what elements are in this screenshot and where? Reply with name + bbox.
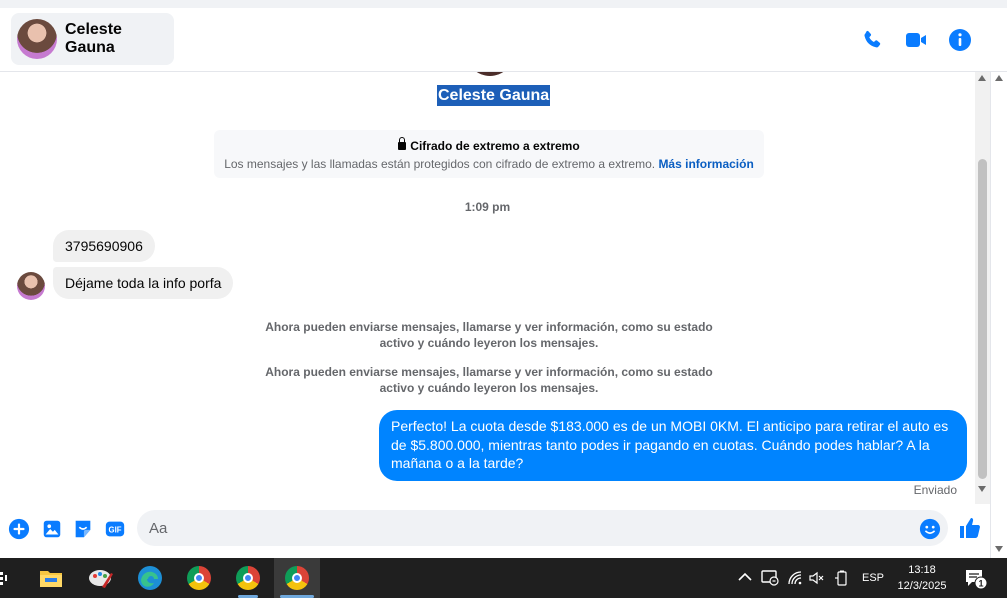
encryption-title: Cifrado de extremo a extremo (214, 137, 764, 153)
paint-palette-icon (89, 570, 113, 588)
taskbar-edge[interactable] (127, 558, 173, 598)
taskbar-file-explorer[interactable] (28, 558, 74, 598)
message-composer: GIF (0, 508, 990, 558)
system-message: Ahora pueden enviarse mensajes, llamarse… (265, 320, 713, 350)
windows-taskbar: ESP 13:18 12/3/2025 1 (0, 558, 1007, 598)
notification-center-icon[interactable]: 1 (964, 568, 988, 590)
message-input[interactable] (137, 510, 948, 546)
folder-icon (40, 571, 62, 587)
page-scrollbar[interactable] (990, 72, 1007, 558)
taskbar-paint[interactable] (78, 558, 124, 598)
emoji-icon[interactable] (919, 518, 941, 540)
info-icon[interactable] (948, 28, 972, 52)
clock-date: 12/3/2025 (897, 580, 947, 592)
scroll-up-arrow-icon[interactable] (978, 75, 986, 81)
encryption-description: Los mensajes y las llamadas están proteg… (224, 157, 754, 171)
taskbar-chrome-active[interactable] (274, 558, 320, 598)
gif-label: GIF (109, 526, 122, 535)
system-clock[interactable]: 13:18 12/3/2025 (893, 562, 951, 594)
chat-header: Celeste Gauna (0, 8, 1007, 72)
taskbar-chrome[interactable] (176, 558, 222, 598)
sticker-icon[interactable] (72, 518, 94, 540)
scroll-down-arrow-icon[interactable] (978, 486, 986, 492)
wifi-icon[interactable] (787, 570, 803, 586)
notification-count: 1 (978, 579, 983, 589)
encryption-notice: Cifrado de extremo a extremo Los mensaje… (214, 130, 764, 178)
volume-muted-icon[interactable] (809, 570, 825, 586)
page-scroll-down-icon[interactable] (995, 546, 1003, 552)
avatar (17, 19, 57, 59)
sender-avatar[interactable] (17, 272, 45, 300)
image-icon[interactable] (41, 518, 63, 540)
lock-icon (398, 137, 407, 150)
chrome-icon (187, 566, 211, 590)
chrome-profile-icon (236, 566, 260, 590)
show-hidden-icons-chevron-icon[interactable] (738, 572, 752, 582)
sent-status: Enviado (913, 483, 957, 497)
video-call-icon[interactable] (904, 28, 928, 52)
incoming-message[interactable]: 3795690906 (53, 230, 155, 262)
system-message: Ahora pueden enviarse mensajes, llamarse… (265, 365, 713, 395)
language-indicator[interactable]: ESP (862, 572, 884, 584)
security-tray-icon[interactable] (761, 569, 779, 586)
window-top-strip (0, 0, 1007, 8)
contact-profile-button[interactable]: Celeste Gauna (11, 13, 174, 65)
more-info-link[interactable]: Más información (658, 157, 753, 171)
incoming-message[interactable]: Déjame toda la info porfa (53, 267, 234, 299)
contact-name: Celeste Gauna (65, 21, 122, 56)
profile-avatar (466, 72, 514, 76)
chrome-active-icon (285, 566, 309, 590)
page-scroll-up-icon[interactable] (995, 75, 1003, 81)
battery-icon[interactable] (835, 570, 849, 586)
chat-scrollbar-thumb[interactable] (978, 159, 987, 479)
clock-time: 13:18 (908, 564, 936, 576)
taskbar-chrome-profile[interactable] (225, 558, 271, 598)
message-timestamp: 1:09 pm (464, 200, 511, 214)
task-view-icon[interactable] (0, 570, 12, 586)
messenger-window: Celeste Gauna Celeste Gauna Cifrado de e… (0, 0, 1007, 598)
gif-icon[interactable]: GIF (104, 518, 126, 540)
profile-name[interactable]: Celeste Gauna (437, 85, 551, 106)
outgoing-message[interactable]: Perfecto! La cuota desde $183.000 es de … (379, 410, 967, 481)
message-thread[interactable]: Celeste Gauna Cifrado de extremo a extre… (0, 72, 975, 508)
message-input-wrapper (137, 510, 948, 546)
edge-browser-icon (138, 566, 162, 590)
phone-icon[interactable] (860, 28, 884, 52)
like-icon[interactable] (958, 516, 982, 540)
plus-icon[interactable] (8, 518, 30, 540)
